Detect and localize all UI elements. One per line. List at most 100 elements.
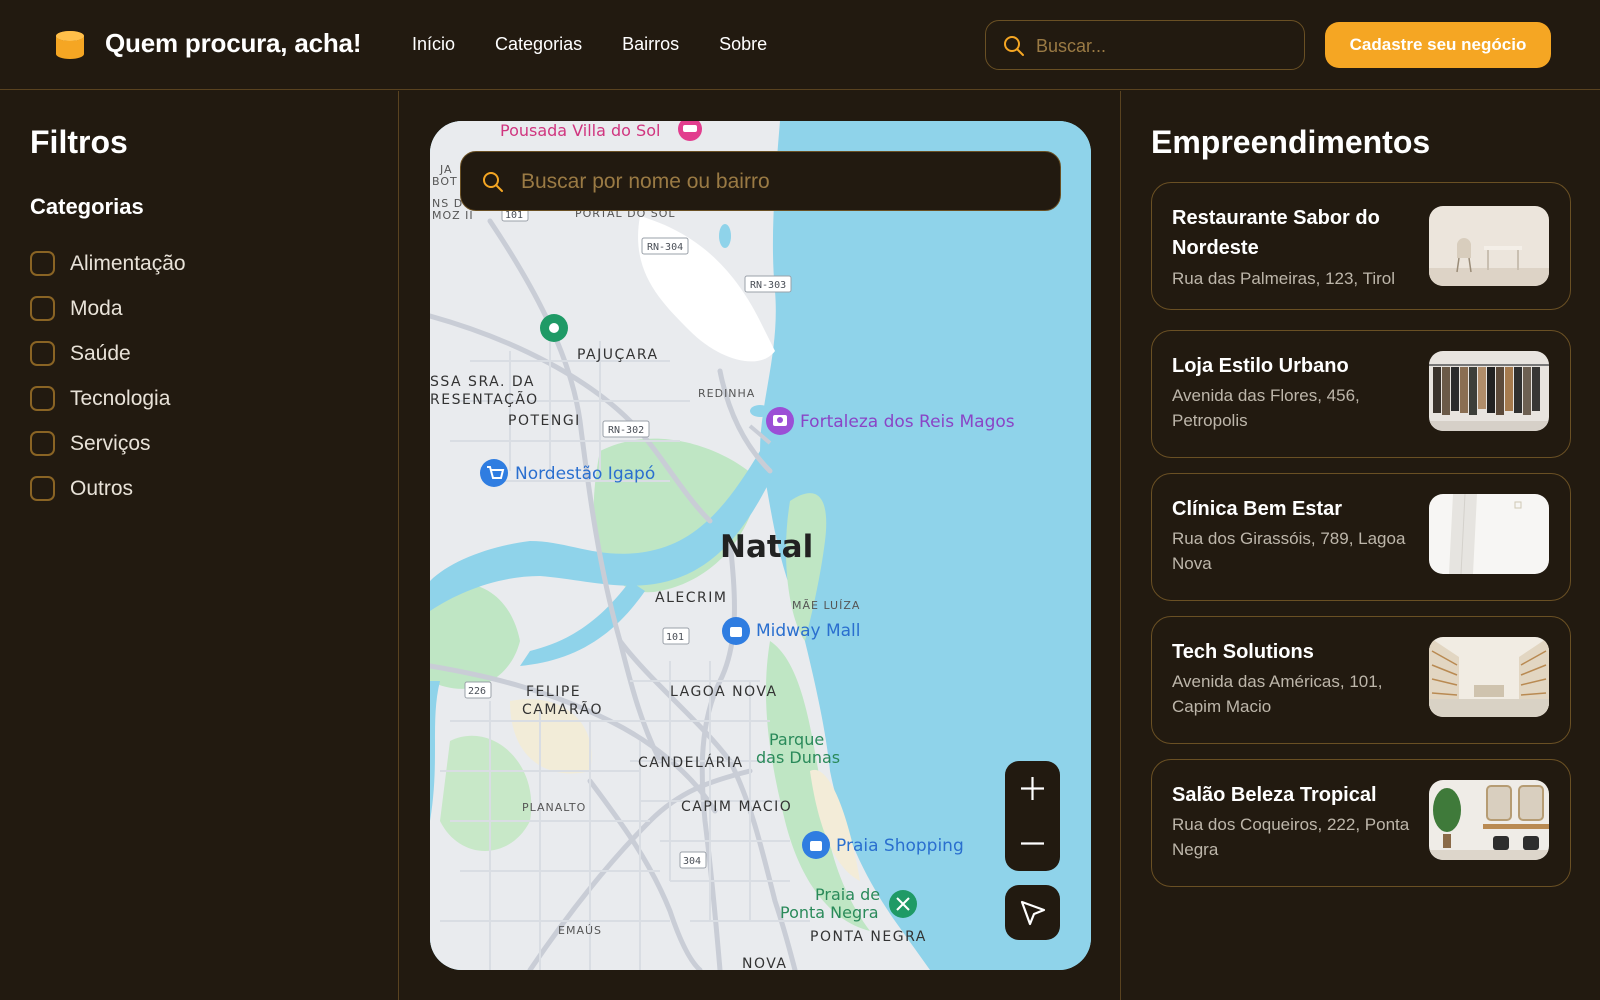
categories-title: Categorias: [30, 194, 144, 219]
filter-item-servicos[interactable]: Serviços: [30, 421, 186, 466]
filter-item-alimentacao[interactable]: Alimentação: [30, 241, 186, 286]
listings-panel: Empreendimentos Restaurante Sabor do Nor…: [1120, 91, 1600, 1000]
listing-name: Tech Solutions: [1172, 641, 1314, 663]
map-label-potengi: POTENGI: [508, 413, 581, 429]
register-business-button[interactable]: Cadastre seu negócio: [1325, 22, 1551, 68]
nav-link-inicio[interactable]: Início: [412, 34, 455, 55]
listing-card-clinica[interactable]: Clínica Bem Estar Rua dos Girassóis, 789…: [1151, 473, 1571, 601]
poi-label-fortaleza: Fortaleza dos Reis Magos: [800, 412, 1015, 432]
listing-address: Avenida das Flores, 456, Petropolis: [1172, 386, 1360, 430]
filter-label: Serviços: [70, 431, 151, 455]
road-shield-rn304: RN-304: [647, 242, 683, 253]
nav-link-bairros[interactable]: Bairros: [622, 34, 679, 55]
road-shield-rn303: RN-303: [750, 280, 786, 291]
listing-card-tech[interactable]: Tech Solutions Avenida das Américas, 101…: [1151, 616, 1571, 744]
checkbox[interactable]: [30, 386, 55, 411]
zoom-out-button[interactable]: [1005, 816, 1060, 871]
map-label-candelaria: CANDELÁRIA: [638, 754, 744, 771]
poi-midway[interactable]: Midway Mall: [722, 617, 861, 645]
listing-address: Rua dos Girassóis, 789, Lagoa Nova: [1172, 529, 1406, 573]
poi-label-nordestao: Nordestão Igapó: [515, 464, 655, 484]
map-label-capim-macio: CAPIM MACIO: [681, 799, 792, 815]
filter-label: Outros: [70, 476, 134, 500]
search-icon: [483, 172, 503, 192]
filter-item-outros[interactable]: Outros: [30, 466, 186, 511]
map-label-emaus: EMAÚS: [558, 924, 602, 937]
map-label-apresentacao-1: SSA SRA. DA: [430, 374, 535, 390]
map-search-bar: [460, 151, 1061, 211]
listing-name: Salão Beleza Tropical: [1172, 784, 1377, 806]
listing-card-salao[interactable]: Salão Beleza Tropical Rua dos Coqueiros,…: [1151, 759, 1571, 887]
map-search-input[interactable]: [521, 169, 1041, 195]
road-shield-101: 101: [666, 632, 684, 643]
map-label-natal: Natal: [720, 529, 813, 565]
category-filter-list: Alimentação Moda Saúde Tecnologia Serviç…: [30, 241, 186, 511]
filter-label: Alimentação: [70, 251, 186, 275]
map-label-praia-1: Praia de: [815, 885, 880, 904]
listing-thumbnail: [1429, 637, 1549, 717]
filter-item-moda[interactable]: Moda: [30, 286, 186, 331]
checkbox[interactable]: [30, 341, 55, 366]
filters-title: Filtros: [30, 124, 128, 160]
map-label-bot: BOT: [432, 175, 458, 188]
map-label-felipe-1: FELIPE: [526, 684, 581, 700]
filters-sidebar: Filtros Categorias Alimentação Moda Saúd…: [0, 91, 399, 1000]
map-label-ponta-negra: PONTA NEGRA: [810, 929, 927, 945]
map-label-praia-2: Ponta Negra: [780, 903, 879, 922]
poi-label-praia-shopping: Praia Shopping: [836, 836, 964, 856]
map-canvas[interactable]: RN-304 RN-303 RN-302 101 101 226 304 PAJ…: [430, 121, 1091, 970]
map-label-pajucara: PAJUÇARA: [577, 347, 659, 363]
filter-item-saude[interactable]: Saúde: [30, 331, 186, 376]
map-label-moz: MOZ II: [432, 209, 474, 222]
minus-icon: [1021, 842, 1044, 845]
map-label-redinha: REDINHA: [698, 387, 755, 400]
header-search: [985, 20, 1305, 70]
poi-green-south[interactable]: [889, 890, 917, 918]
map-view[interactable]: RN-304 RN-303 RN-302 101 101 226 304 PAJ…: [430, 121, 1091, 970]
checkbox[interactable]: [30, 476, 55, 501]
listing-card-loja[interactable]: Loja Estilo Urbano Avenida das Flores, 4…: [1151, 330, 1571, 458]
brand-title[interactable]: Quem procura, acha!: [105, 28, 361, 59]
road-shield-226: 226: [468, 686, 486, 697]
map-label-alecrim: ALECRIM: [655, 590, 727, 606]
listing-name: Loja Estilo Urbano: [1172, 355, 1349, 377]
listing-address: Avenida das Américas, 101, Capim Macio: [1172, 672, 1383, 716]
zoom-controls: [1005, 761, 1060, 871]
checkbox[interactable]: [30, 251, 55, 276]
filter-label: Tecnologia: [70, 386, 171, 410]
checkbox[interactable]: [30, 296, 55, 321]
my-location-button[interactable]: [1005, 885, 1060, 940]
map-label-lagoa-nova: LAGOA NOVA: [670, 684, 778, 700]
plus-icon: [1021, 777, 1044, 800]
database-logo-icon: [56, 31, 84, 59]
listing-thumbnail: [1429, 206, 1549, 286]
zoom-in-button[interactable]: [1005, 761, 1060, 816]
map-label-nova: NOVA: [742, 956, 788, 970]
poi-fortaleza[interactable]: Fortaleza dos Reis Magos: [766, 407, 1015, 435]
header-search-input[interactable]: [1036, 33, 1286, 59]
map-label-planalto: PLANALTO: [522, 801, 586, 814]
listing-name: Restaurante Sabor do Nordeste: [1172, 207, 1380, 259]
poi-green-north[interactable]: [540, 314, 568, 342]
road-shield-304: 304: [683, 856, 701, 867]
filter-label: Moda: [70, 296, 123, 320]
map-label-felipe-2: CAMARÃO: [522, 701, 603, 718]
listing-address: Rua das Palmeiras, 123, Tirol: [1172, 269, 1395, 288]
listings-title: Empreendimentos: [1151, 124, 1431, 160]
road-shield-rn302: RN-302: [608, 425, 644, 436]
filter-item-tecnologia[interactable]: Tecnologia: [30, 376, 186, 421]
nav-link-sobre[interactable]: Sobre: [719, 34, 767, 55]
listing-name: Clínica Bem Estar: [1172, 498, 1343, 520]
top-header: Quem procura, acha! Início Categorias Ba…: [0, 0, 1600, 90]
poi-label-midway: Midway Mall: [756, 621, 861, 641]
map-label-parque-1: Parque: [769, 730, 824, 749]
nav-link-categorias[interactable]: Categorias: [495, 34, 582, 55]
listing-thumbnail: [1429, 494, 1549, 574]
checkbox[interactable]: [30, 431, 55, 456]
listing-card-restaurante[interactable]: Restaurante Sabor do Nordeste Rua das Pa…: [1151, 182, 1571, 310]
search-icon: [1004, 36, 1024, 56]
poi-label-pousada: Pousada Villa do Sol: [500, 121, 660, 140]
map-label-apresentacao-2: RESENTAÇÃO: [430, 391, 539, 408]
main-nav: Início Categorias Bairros Sobre: [412, 34, 767, 55]
map-label-parque-2: das Dunas: [756, 748, 840, 767]
